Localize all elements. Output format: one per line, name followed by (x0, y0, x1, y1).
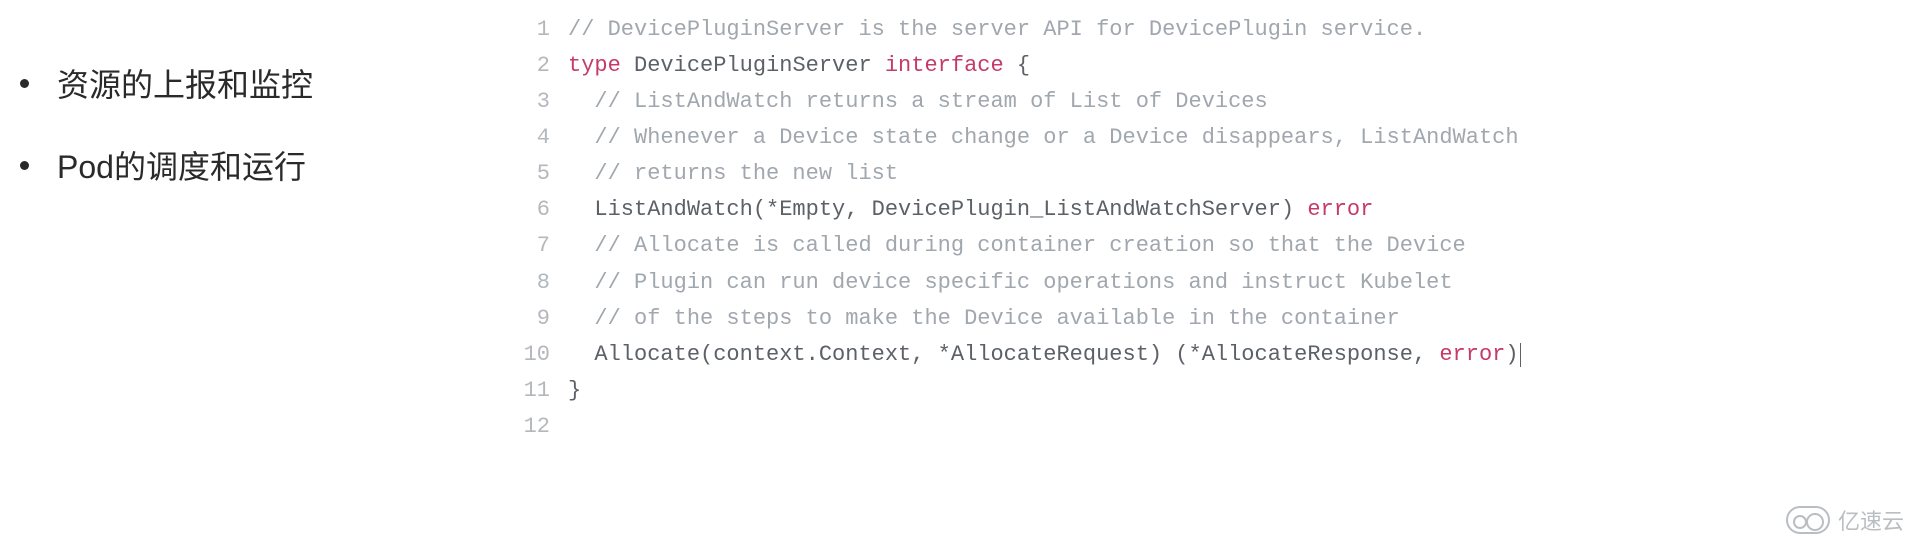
bullet-icon (20, 161, 29, 170)
text-cursor (1520, 343, 1521, 367)
line-number: 12 (520, 409, 568, 445)
line-number: 10 (520, 337, 568, 373)
bullet-list: 资源的上报和监控 Pod的调度和运行 (20, 60, 500, 188)
code-text: type DevicePluginServer interface { (568, 48, 1030, 84)
code-line: 5 // returns the new list (520, 156, 1920, 192)
code-text: // Allocate is called during container c… (568, 228, 1466, 264)
code-text: Allocate(context.Context, *AllocateReque… (568, 337, 1521, 373)
code-line: 7 // Allocate is called during container… (520, 228, 1920, 264)
code-text: // ListAndWatch returns a stream of List… (568, 84, 1268, 120)
bullet-text: Pod的调度和运行 (57, 142, 306, 188)
bullet-icon (20, 79, 29, 88)
code-line: 11} (520, 373, 1920, 409)
line-number: 7 (520, 228, 568, 264)
code-line: 8 // Plugin can run device specific oper… (520, 265, 1920, 301)
code-text: // Plugin can run device specific operat… (568, 265, 1453, 301)
watermark-text: 亿速云 (1838, 504, 1904, 536)
line-number: 2 (520, 48, 568, 84)
code-line: 4 // Whenever a Device state change or a… (520, 120, 1920, 156)
code-text: // of the steps to make the Device avail… (568, 301, 1400, 337)
bullet-text: 资源的上报和监控 (57, 60, 313, 106)
line-number: 6 (520, 192, 568, 228)
line-number: 4 (520, 120, 568, 156)
watermark: 亿速云 (1786, 504, 1904, 536)
code-line: 3 // ListAndWatch returns a stream of Li… (520, 84, 1920, 120)
code-line: 12 (520, 409, 1920, 445)
code-line: 9 // of the steps to make the Device ava… (520, 301, 1920, 337)
left-panel: 资源的上报和监控 Pod的调度和运行 (0, 0, 520, 546)
code-text: // returns the new list (568, 156, 898, 192)
list-item: 资源的上报和监控 (20, 60, 500, 106)
list-item: Pod的调度和运行 (20, 142, 500, 188)
line-number: 9 (520, 301, 568, 337)
code-text: } (568, 373, 581, 409)
line-number: 5 (520, 156, 568, 192)
code-line: 10 Allocate(context.Context, *AllocateRe… (520, 337, 1920, 373)
code-block: 1// DevicePluginServer is the server API… (520, 0, 1920, 546)
line-number: 11 (520, 373, 568, 409)
code-text: // Whenever a Device state change or a D… (568, 120, 1519, 156)
code-text: ListAndWatch(*Empty, DevicePlugin_ListAn… (568, 192, 1373, 228)
code-line: 6 ListAndWatch(*Empty, DevicePlugin_List… (520, 192, 1920, 228)
line-number: 1 (520, 12, 568, 48)
line-number: 3 (520, 84, 568, 120)
line-number: 8 (520, 265, 568, 301)
cloud-icon (1786, 506, 1830, 534)
code-line: 2type DevicePluginServer interface { (520, 48, 1920, 84)
code-text: // DevicePluginServer is the server API … (568, 12, 1426, 48)
code-line: 1// DevicePluginServer is the server API… (520, 12, 1920, 48)
